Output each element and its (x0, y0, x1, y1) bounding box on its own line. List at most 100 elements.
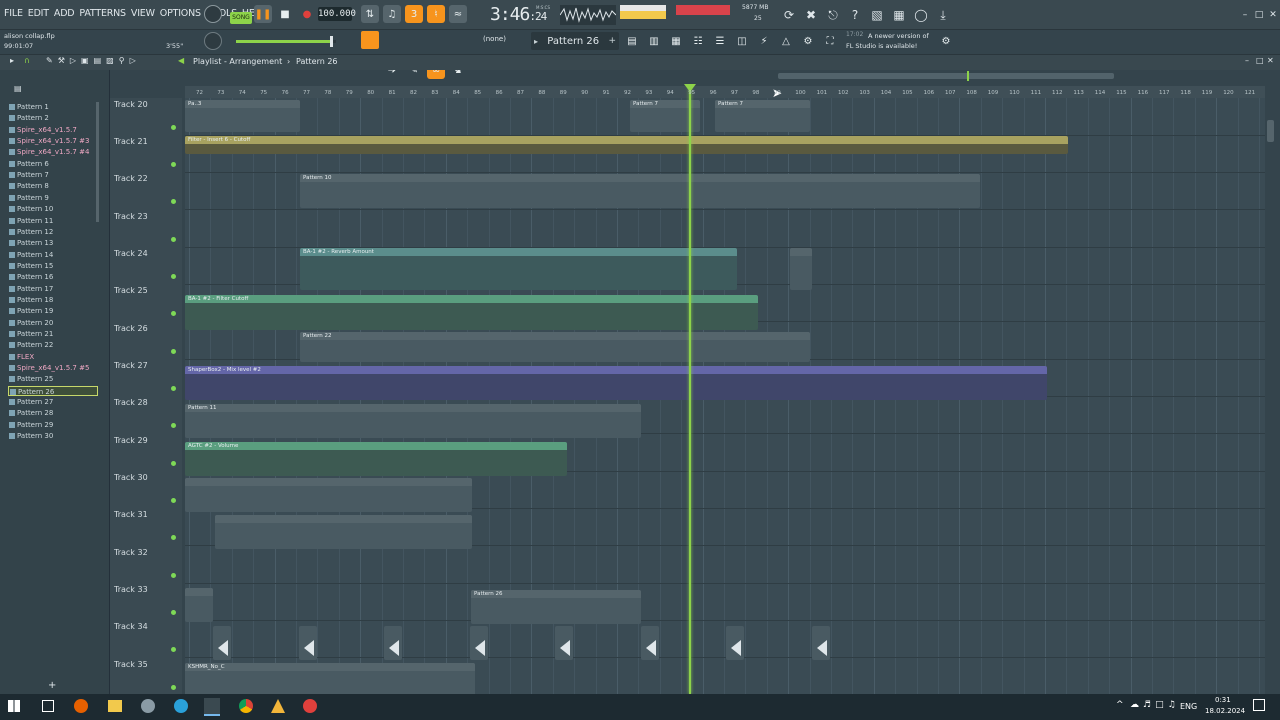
pattern-add-icon[interactable]: + (608, 36, 616, 46)
track-mute-led[interactable] (171, 610, 176, 615)
tray-chevron-icon[interactable]: ^ (1116, 700, 1124, 710)
automation-clip[interactable]: ShaperBox2 - Mix level #2 (185, 366, 1047, 400)
track-mute-led[interactable] (171, 647, 176, 652)
audio-clip[interactable]: KSHMR_No_C (185, 663, 475, 694)
menu-options[interactable]: OPTIONS (160, 8, 201, 19)
wait-icon[interactable]: ♫ (383, 5, 401, 23)
pattern-prev-icon[interactable]: ▸ (534, 37, 538, 46)
playlist-close-icon[interactable]: ✕ (1267, 56, 1274, 65)
kick-audio-clip[interactable] (469, 626, 488, 660)
notification-text[interactable]: A newer version of FL Studio is availabl… (846, 31, 932, 51)
snap-magnet-icon[interactable]: ∩ (24, 56, 30, 65)
track-mute-led[interactable] (171, 498, 176, 503)
pattern-list-item[interactable]: Pattern 6 (8, 159, 98, 169)
tempo-display[interactable]: 100.000 (318, 7, 356, 21)
track-mute-led[interactable] (171, 199, 176, 204)
help-icon[interactable]: ? (846, 6, 864, 24)
track-mute-led[interactable] (171, 311, 176, 316)
track-mute-led[interactable] (171, 685, 176, 690)
plugin-icon[interactable]: ⚡ (755, 32, 773, 50)
browser-icon[interactable]: ☰ (711, 32, 729, 50)
audio-clip[interactable] (790, 248, 812, 290)
channel-rack-icon[interactable]: ▦ (667, 32, 685, 50)
save-icon[interactable]: ▧ (868, 6, 886, 24)
app-icon-1[interactable] (141, 699, 155, 713)
pattern-list-item[interactable]: Pattern 20 (8, 318, 98, 328)
automation-clip[interactable]: BA-1 #2 - Filter Cutoff (185, 295, 758, 330)
pattern-list-item[interactable]: Pattern 22 (8, 340, 98, 350)
master-volume-handle[interactable] (330, 36, 333, 47)
track-mute-led[interactable] (171, 535, 176, 540)
add-track-icon[interactable]: + (48, 680, 56, 691)
track-label[interactable]: Track 29 (114, 436, 148, 445)
pattern-list-item[interactable]: Pattern 16 (8, 272, 98, 282)
track-label[interactable]: Track 33 (114, 585, 148, 594)
track-mute-led[interactable] (171, 461, 176, 466)
pattern-clip[interactable]: Pattern 22 (300, 332, 810, 362)
notifications-icon[interactable] (1253, 699, 1265, 711)
kick-audio-clip[interactable] (640, 626, 659, 660)
pat-song-toggle-icon[interactable] (204, 5, 222, 23)
pattern-list-item[interactable]: Pattern 10 (8, 204, 98, 214)
clock-time[interactable]: 0:31 (1215, 696, 1231, 704)
metronome-icon[interactable]: ⇅ (361, 5, 379, 23)
horizontal-scrollbar[interactable] (778, 73, 1114, 79)
track-label[interactable]: Track 25 (114, 286, 148, 295)
track-mute-led[interactable] (171, 423, 176, 428)
pattern-list-scrollbar[interactable] (96, 102, 99, 222)
pattern-list-item[interactable]: FLEX (8, 352, 98, 362)
pattern-clip[interactable]: Pattern 10 (300, 174, 980, 208)
pattern-list-item[interactable]: Pattern 8 (8, 181, 98, 191)
telegram-icon[interactable] (174, 699, 188, 713)
menu-file[interactable]: FILE (4, 8, 23, 19)
audio-clip[interactable] (215, 515, 472, 549)
pattern-list-item[interactable]: Pattern 7 (8, 170, 98, 180)
track-label[interactable]: Track 21 (114, 137, 148, 146)
pattern-list-item[interactable]: Pattern 12 (8, 227, 98, 237)
arrangement-grid[interactable]: Pa..3 Pattern 7 Pattern 7 Filter - Insert 6… (185, 98, 1265, 694)
pattern-list-item[interactable]: Pattern 11 (8, 216, 98, 226)
blend-notes-icon[interactable]: ≈ (449, 5, 467, 23)
pattern-list-item[interactable]: Pattern 21 (8, 329, 98, 339)
pattern-list-item[interactable]: Pattern 26 (8, 385, 98, 396)
tray-icons[interactable]: ☁♬□♫ (1130, 700, 1180, 710)
pattern-list-item[interactable]: Pattern 1 (8, 102, 98, 112)
pattern-list-item[interactable]: Pattern 9 (8, 193, 98, 203)
task-view-icon[interactable] (42, 700, 54, 712)
track-mute-led[interactable] (171, 125, 176, 130)
playlist-minimize-icon[interactable]: – (1245, 56, 1249, 65)
kick-audio-clip[interactable] (384, 626, 402, 660)
track-label[interactable]: Track 35 (114, 660, 148, 669)
chat-icon[interactable]: ◯ (912, 6, 930, 24)
kick-audio-clip[interactable] (555, 626, 573, 660)
playlist-view-button[interactable] (361, 31, 379, 49)
project-info-icon[interactable]: ◫ (733, 32, 751, 50)
audio-clip[interactable] (185, 478, 472, 512)
track-label[interactable]: Track 20 (114, 100, 148, 109)
tools-icon[interactable]: ✖ (802, 6, 820, 24)
track-label[interactable]: Track 22 (114, 174, 148, 183)
stop-button[interactable]: ■ (276, 5, 294, 23)
piano-roll-icon[interactable]: ▥ (645, 32, 663, 50)
clock-date[interactable]: 18.02.2024 (1205, 707, 1245, 715)
pattern-list-item[interactable]: Pattern 15 (8, 261, 98, 271)
kick-audio-clip[interactable] (811, 626, 830, 660)
automation-clip[interactable]: BA-1 #2 - Reverb Amount (300, 248, 737, 290)
pattern-list-item[interactable]: Pattern 2 (8, 113, 98, 123)
automation-clip[interactable]: AGTC #2 - Volume (185, 442, 567, 476)
pattern-clip[interactable]: Pattern 7 (715, 100, 810, 132)
track-label[interactable]: Track 26 (114, 324, 148, 333)
pattern-list-item[interactable]: Spire_x64_v1.5.7 #4 (8, 147, 98, 157)
clip-source-tabs[interactable]: ▤ (14, 84, 22, 93)
pattern-list-item[interactable]: Pattern 13 (8, 238, 98, 248)
track-label[interactable]: Track 34 (114, 622, 148, 631)
menu-add[interactable]: ADD (54, 8, 75, 19)
automation-clip[interactable]: Filter - Insert 6 - Cutoff (185, 136, 1068, 154)
touch-keyboard-icon[interactable]: △ (777, 32, 795, 50)
file-explorer-icon[interactable] (108, 700, 122, 712)
app-icon-2[interactable] (271, 699, 285, 713)
pattern-list-item[interactable]: Spire_x64_v1.5.7 (8, 125, 98, 135)
pattern-list-item[interactable]: Pattern 19 (8, 306, 98, 316)
pattern-list-item[interactable]: Pattern 18 (8, 295, 98, 305)
fl-studio-taskbar-icon[interactable] (204, 698, 220, 716)
